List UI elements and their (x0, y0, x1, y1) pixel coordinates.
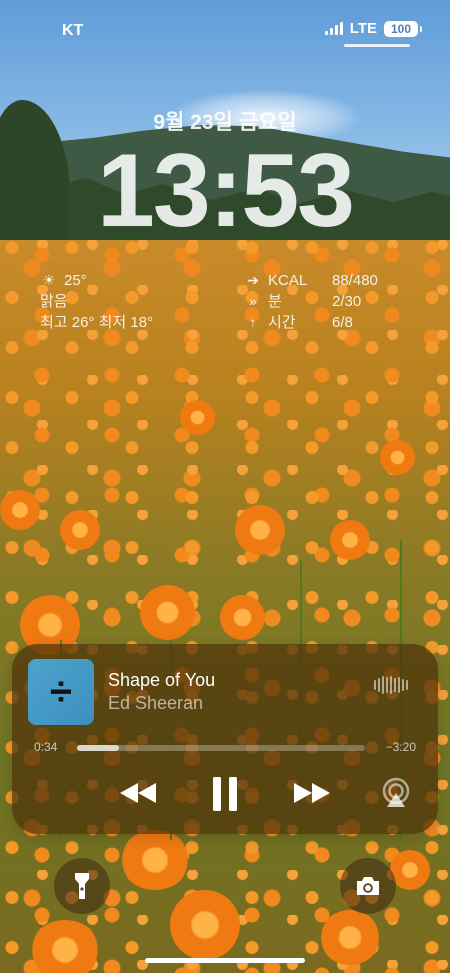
camera-button[interactable] (340, 858, 396, 914)
weather-condition-row: 맑음 (40, 291, 153, 312)
airplay-button[interactable] (380, 777, 412, 814)
track-title: Shape of You (108, 670, 216, 690)
activity-widget[interactable]: ➔ KCAL 88/480 » 분 2/30 ↑ 시간 6/8 (244, 270, 378, 333)
arrow-right-icon: ➔ (247, 272, 259, 288)
battery-icon: 100 (384, 20, 422, 37)
weather-widget[interactable]: ☀ 25° 맑음 최고 26° 최저 18° (40, 270, 153, 333)
fast-forward-icon (294, 783, 330, 803)
flower (390, 850, 430, 890)
arrow-up-icon: ↑ (249, 314, 257, 330)
weather-range: 최고 26° 최저 18° (40, 314, 154, 331)
album-artwork[interactable]: ÷ (28, 659, 94, 725)
flower (60, 510, 100, 550)
remaining-time: −3:20 (385, 740, 416, 754)
lock-date[interactable]: 9월 23일 금요일 (0, 106, 450, 136)
flashlight-icon (75, 873, 89, 899)
elapsed-time: 0:34 (34, 740, 58, 754)
weather-temperature-row: ☀ 25° (40, 270, 153, 291)
sun-icon: ☀ (42, 272, 56, 288)
flower (235, 505, 285, 555)
pause-button[interactable] (211, 777, 239, 816)
carrier-label: KT (62, 22, 84, 39)
rewind-icon (120, 783, 156, 803)
flower (180, 400, 215, 435)
flower (380, 440, 415, 475)
activity-value: 2/30 (332, 293, 362, 310)
track-artist: Ed Sheeran (108, 693, 204, 713)
flower (170, 890, 240, 960)
lock-time[interactable]: 13:53 (0, 136, 450, 246)
playback-scrubber[interactable] (77, 745, 365, 751)
flower (220, 595, 265, 640)
activity-value: 88/480 (332, 272, 378, 289)
next-track-button[interactable] (292, 781, 332, 810)
flower (330, 520, 370, 560)
playback-progress (77, 745, 119, 751)
audio-waveform-icon (374, 676, 408, 694)
camera-icon (357, 877, 379, 895)
airplay-icon (382, 777, 410, 807)
pause-icon (213, 777, 237, 811)
flashlight-button[interactable] (54, 858, 110, 914)
weather-condition: 맑음 (40, 293, 68, 310)
activity-label: KCAL (268, 272, 308, 289)
artwork-divide-glyph: ÷ (50, 670, 72, 714)
flower (0, 490, 40, 530)
flower (140, 585, 195, 640)
control-center-handle[interactable] (344, 44, 410, 47)
now-playing-widget[interactable]: ÷ Shape of You Ed Sheeran 0:34 −3:20 (12, 644, 438, 834)
previous-track-button[interactable] (118, 781, 158, 810)
weather-temperature: 25° (64, 272, 87, 289)
double-arrow-icon: » (249, 293, 257, 309)
activity-row: ➔ KCAL 88/480 (244, 270, 378, 291)
activity-row: ↑ 시간 6/8 (244, 312, 378, 333)
network-type: LTE (349, 20, 377, 37)
activity-label: 분 (268, 293, 282, 310)
status-indicators: LTE 100 (324, 20, 422, 37)
home-indicator[interactable] (145, 958, 305, 963)
weather-range-row: 최고 26° 최저 18° (40, 312, 153, 333)
flower (120, 830, 190, 890)
activity-value: 6/8 (332, 314, 353, 331)
cellular-signal-icon (324, 22, 343, 35)
flower (320, 910, 380, 965)
activity-label: 시간 (268, 314, 296, 331)
flower (30, 920, 100, 973)
activity-row: » 분 2/30 (244, 291, 378, 312)
